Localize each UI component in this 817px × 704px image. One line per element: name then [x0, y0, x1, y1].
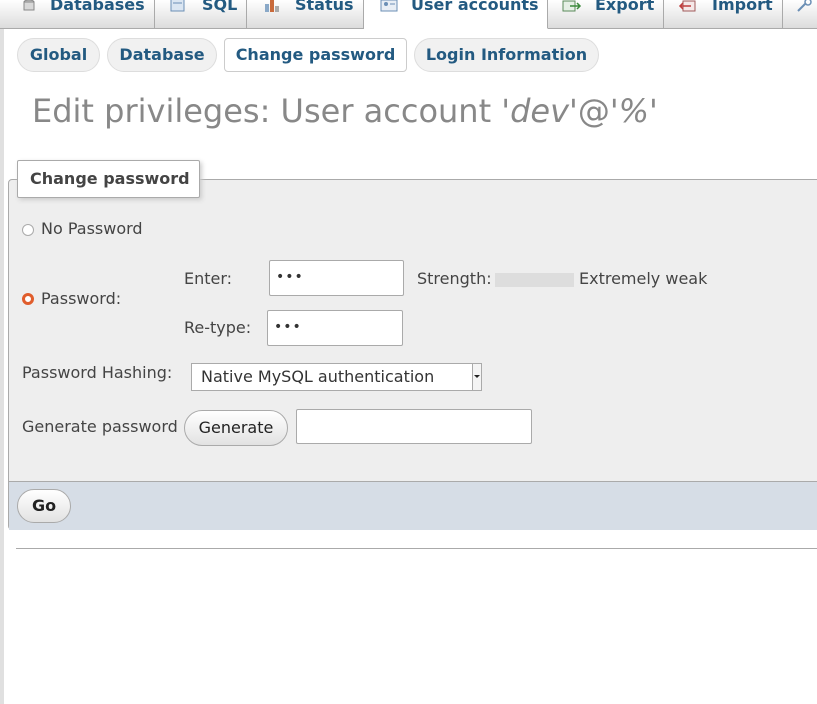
tab-import[interactable]: Import: [664, 0, 783, 28]
left-border: [0, 28, 4, 704]
no-password-radio[interactable]: [22, 224, 34, 236]
strength-meter: [495, 273, 574, 287]
tab-export[interactable]: Export: [548, 0, 664, 28]
password-hashing-value: Native MySQL authentication: [201, 367, 435, 386]
tab-sql[interactable]: SQL: [155, 0, 247, 28]
divider: [16, 548, 817, 549]
tab-databases-label: Databases: [50, 0, 145, 14]
password-enter-input[interactable]: •••: [269, 260, 404, 296]
tab-status[interactable]: Status: [247, 0, 364, 28]
import-icon: [678, 0, 696, 12]
tab-import-label: Import: [712, 0, 773, 14]
retype-label: Re-type:: [184, 318, 252, 337]
tab-status-label: Status: [295, 0, 354, 14]
password-retype-input[interactable]: •••: [267, 310, 403, 346]
subtab-global[interactable]: Global: [17, 38, 100, 72]
wrench-icon: [796, 0, 812, 12]
title-middle: '@': [569, 92, 619, 130]
tab-databases[interactable]: Databases: [0, 0, 155, 28]
go-button[interactable]: Go: [17, 489, 71, 523]
export-icon: [562, 0, 582, 12]
title-suffix: ': [649, 92, 658, 130]
top-navigation: Databases SQL Status User accounts Expor…: [0, 0, 817, 29]
page-title: Edit privileges: User account 'dev'@'%': [32, 92, 658, 130]
strength-label: Strength:: [417, 269, 492, 288]
generate-button[interactable]: Generate: [184, 410, 288, 446]
generated-password-input[interactable]: [296, 409, 532, 444]
enter-label: Enter:: [184, 269, 233, 288]
no-password-label[interactable]: No Password: [41, 219, 143, 239]
tab-settings[interactable]: [783, 0, 817, 28]
subtab-change-password[interactable]: Change password: [224, 38, 407, 72]
subtab-database[interactable]: Database: [107, 38, 217, 72]
password-radio[interactable]: [22, 293, 34, 305]
password-retype-value: •••: [274, 319, 302, 335]
fieldset-footer: [9, 481, 817, 530]
chevron-down-icon: [474, 375, 480, 378]
title-user: dev: [510, 92, 570, 130]
password-enter-value: •••: [276, 269, 304, 285]
subtab-login-information[interactable]: Login Information: [414, 38, 599, 72]
title-prefix: Edit privileges: User account ': [32, 92, 511, 130]
sql-icon: [169, 0, 185, 12]
password-label[interactable]: Password:: [41, 289, 121, 309]
title-host: %: [618, 92, 650, 130]
password-hashing-select[interactable]: Native MySQL authentication: [191, 363, 482, 391]
tab-user-accounts-label: User accounts: [411, 0, 539, 14]
user-accounts-icon: [380, 0, 398, 12]
database-icon: [22, 0, 38, 12]
strength-text: Extremely weak: [579, 269, 708, 288]
dropdown-arrow: [472, 364, 481, 390]
fieldset-legend: Change password: [17, 160, 200, 198]
status-icon: [263, 0, 279, 12]
generate-password-label: Generate password: [22, 417, 178, 436]
tab-user-accounts[interactable]: User accounts: [364, 0, 548, 29]
page: Databases SQL Status User accounts Expor…: [0, 0, 817, 704]
tab-sql-label: SQL: [202, 0, 238, 14]
tab-export-label: Export: [595, 0, 655, 14]
password-hashing-label: Password Hashing:: [22, 363, 173, 382]
